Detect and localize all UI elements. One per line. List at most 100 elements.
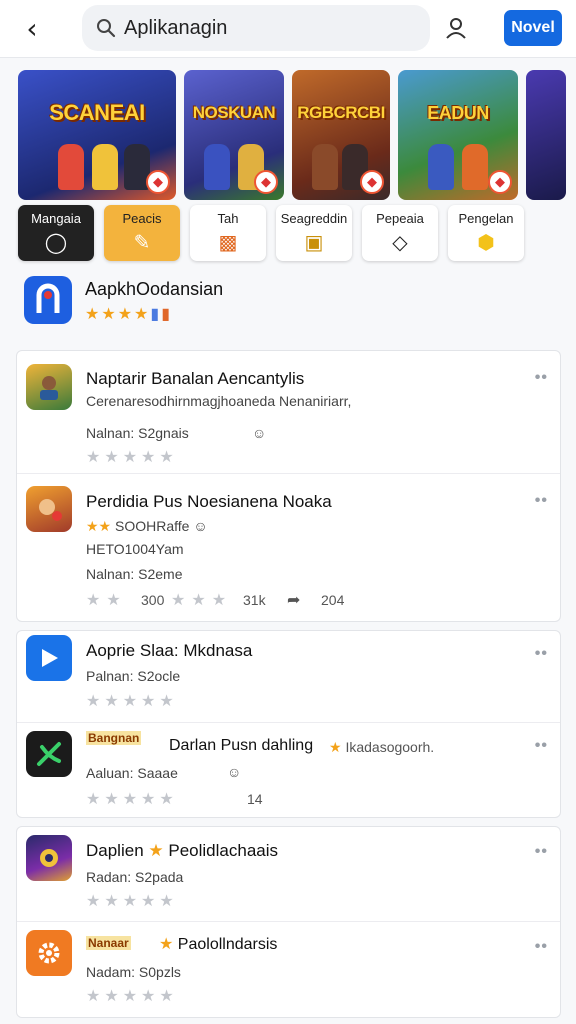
banner-title: SCANEAI	[49, 100, 145, 125]
banner-title: RGBCRCBI	[297, 103, 385, 122]
rating-stars: ★★★★★	[86, 447, 178, 466]
card-icon: ▣	[304, 230, 324, 254]
more-options-icon[interactable]: ••	[535, 737, 548, 755]
rating-stars: ★★★★★	[86, 691, 178, 710]
banner-card[interactable]: SCANEAI ◆	[18, 70, 176, 200]
search-input[interactable]	[124, 16, 404, 40]
rating-stars: ★★★★★	[86, 891, 178, 910]
downloads-count: 31k	[243, 592, 266, 608]
game-art-icon	[26, 486, 72, 532]
rating-stars: ★★★	[171, 590, 233, 609]
game-badge-icon: ◆	[488, 170, 512, 194]
game-badge-icon: ◆	[254, 170, 278, 194]
app-subtitle: Nadam: S0pzls	[86, 964, 181, 980]
more-options-icon[interactable]: ••	[535, 492, 548, 510]
gear-icon	[26, 930, 72, 976]
rating-stars: ★★	[86, 590, 127, 609]
category-chip[interactable]: Tah ▩	[190, 205, 266, 261]
app-subtitle: Palnan: S2ocle	[86, 668, 181, 684]
rating-count: 14	[247, 791, 263, 807]
rating-stars: ★★★★★	[86, 789, 178, 808]
novel-button[interactable]: Novel	[504, 10, 562, 46]
more-options-icon[interactable]: ••	[535, 938, 548, 956]
app-name: ★ Paolollndarsis	[159, 936, 278, 953]
category-chip[interactable]: Peacis ✎	[104, 205, 180, 261]
smile-icon: ☺	[227, 764, 242, 780]
app-subtitle: Aaluan: Saaae	[86, 765, 178, 781]
pencil-icon: ✎	[133, 230, 151, 254]
more-options-icon[interactable]: ••	[535, 369, 548, 387]
banner-carousel[interactable]: SCANEAI ◆ NOSKUAN ◆ RGBCRCBI ◆ EADUN ◆	[18, 70, 576, 202]
app-tag: Bangnan	[86, 731, 142, 745]
category-chip[interactable]: Pepeaia ◇	[362, 205, 438, 261]
category-chip[interactable]: Pengelan ⬢	[448, 205, 524, 261]
comment-icon: ◇	[392, 230, 408, 254]
app-meta-text: Nalnan: S2eme	[86, 566, 183, 582]
search-bar[interactable]	[82, 5, 430, 51]
app-name: Perdidia Pus Noesianena Noaka	[86, 492, 332, 511]
featured-app[interactable]: AapkhOodansian ★★★★▮▮	[22, 274, 562, 332]
app-list-card: Aoprie Slaa: Mkdnasa Palnan: S2ocle ★★★★…	[16, 630, 561, 818]
character-figure	[204, 144, 230, 190]
play-icon	[26, 635, 72, 681]
game-badge-icon: ◆	[146, 170, 170, 194]
banner-card[interactable]	[526, 70, 566, 200]
character-figure	[428, 144, 454, 190]
game-art-icon	[26, 364, 72, 410]
game-icon: ▩	[218, 230, 238, 254]
list-item[interactable]: Aoprie Slaa: Mkdnasa Palnan: S2ocle ★★★★…	[17, 631, 560, 723]
category-label: Seagreddin	[280, 211, 348, 226]
more-options-icon[interactable]: ••	[535, 645, 548, 663]
app-list-card: Naptarir Banalan Aencantylis Cerenaresod…	[16, 350, 561, 622]
chat-icon: ◯	[44, 230, 68, 254]
app-name: Aoprie Slaa: Mkdnasa	[86, 641, 253, 660]
category-label: Peacis	[122, 211, 162, 226]
top-bar: ‹ Novel	[0, 0, 576, 58]
list-item[interactable]: Naptarir Banalan Aencantylis Cerenaresod…	[17, 351, 560, 474]
app-rating-text: ★★ SOOHRaffe ☺	[86, 518, 208, 534]
game-art-icon	[26, 835, 72, 881]
app-name: Naptarir Banalan Aencantylis	[86, 369, 305, 388]
category-chip[interactable]: Mangaia ◯	[18, 205, 94, 261]
character-figure	[92, 144, 118, 190]
category-label: Mangaia	[31, 211, 81, 226]
rating-count: 300	[141, 592, 165, 608]
category-label: Pepeaia	[376, 211, 424, 226]
list-item[interactable]: Perdidia Pus Noesianena Noaka ★★ SOOHRaf…	[17, 474, 560, 622]
category-row: Mangaia ◯ Peacis ✎ Tah ▩ Seagreddin ▣ Pe…	[18, 205, 576, 263]
app-logo-icon	[24, 276, 72, 324]
comment-count: 204	[321, 592, 345, 608]
character-figure	[462, 144, 488, 190]
app-name: Daplien ★ Peolidlachaais	[86, 841, 279, 860]
featured-app-name: AapkhOodansian	[85, 279, 224, 299]
share-icon[interactable]: ➦	[287, 590, 300, 610]
app-extra-text: ★ Ikadasogoorh.	[329, 739, 435, 755]
category-label: Tah	[217, 211, 239, 226]
list-item[interactable]: Bangnan Darlan Pusn dahling ★ Ikadasogoo…	[17, 723, 560, 817]
banner-title: EADUN	[427, 102, 489, 123]
banner-card[interactable]: EADUN ◆	[398, 70, 518, 200]
app-tag: Nanaar	[86, 936, 131, 950]
app-name: Darlan Pusn dahling	[169, 737, 314, 754]
banner-card[interactable]: NOSKUAN ◆	[184, 70, 284, 200]
rating-stars: ★★★★▮▮	[85, 304, 172, 323]
app-subtitle: Radan: S2pada	[86, 869, 184, 885]
banner-card[interactable]: RGBCRCBI ◆	[292, 70, 390, 200]
app-list-card: Daplien ★ Peolidlachaais Radan: S2pada ★…	[16, 826, 561, 1018]
profile-icon[interactable]	[436, 8, 476, 48]
app-subtitle: HETO1004Yam	[86, 541, 184, 557]
smile-icon: ☺	[252, 425, 267, 441]
banner-title: NOSKUAN	[192, 103, 276, 122]
character-figure	[312, 144, 338, 190]
character-figure	[58, 144, 84, 190]
category-label: Pengelan	[458, 211, 514, 226]
category-chip[interactable]: Seagreddin ▣	[276, 205, 352, 261]
list-item[interactable]: Nanaar ★ Paolollndarsis Nadam: S0pzls ★★…	[17, 922, 560, 1017]
more-options-icon[interactable]: ••	[535, 843, 548, 861]
cross-leaf-icon	[26, 731, 72, 777]
app-subtitle: Nalnan: S2gnais	[86, 425, 189, 441]
app-description: Cerenaresodhirnmagjhoaneda Nenaniriarr,	[86, 393, 352, 409]
list-item[interactable]: Daplien ★ Peolidlachaais Radan: S2pada ★…	[17, 827, 560, 922]
game-badge-icon: ◆	[360, 170, 384, 194]
back-arrow-icon[interactable]: ‹	[14, 10, 50, 46]
